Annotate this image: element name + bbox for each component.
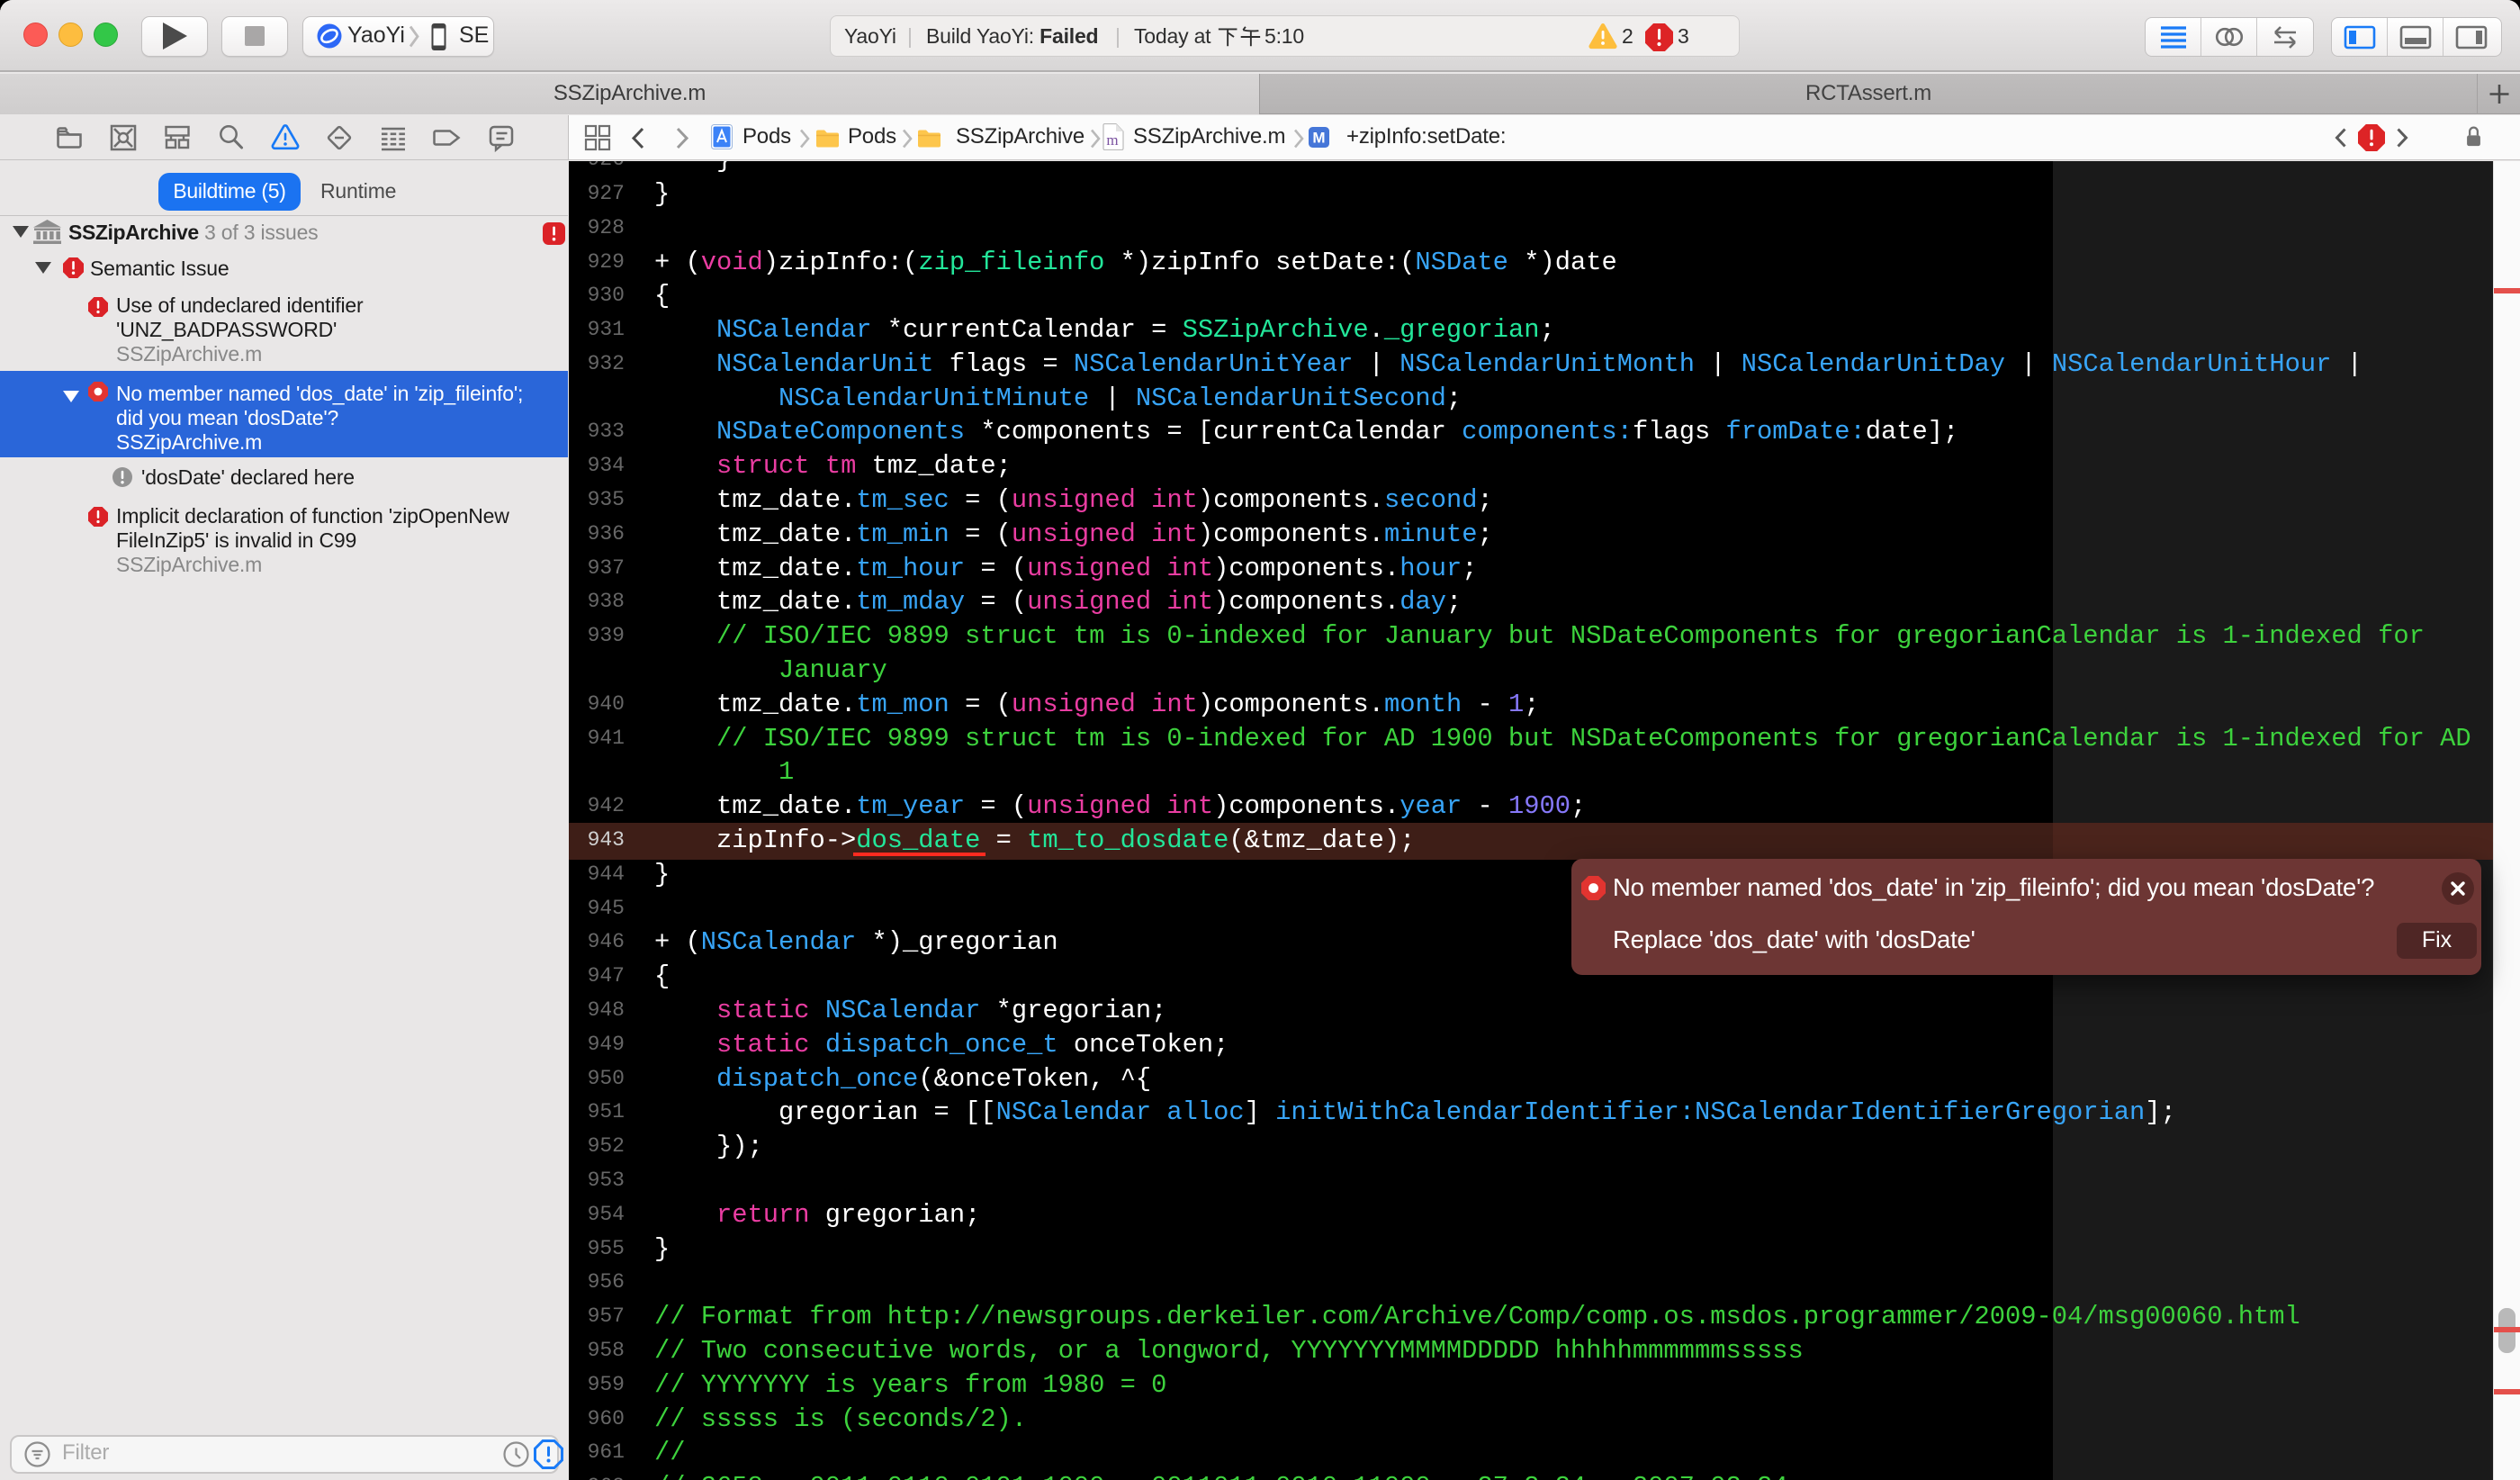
svg-text:m: m — [1106, 131, 1118, 149]
svg-text:M: M — [1312, 130, 1325, 147]
